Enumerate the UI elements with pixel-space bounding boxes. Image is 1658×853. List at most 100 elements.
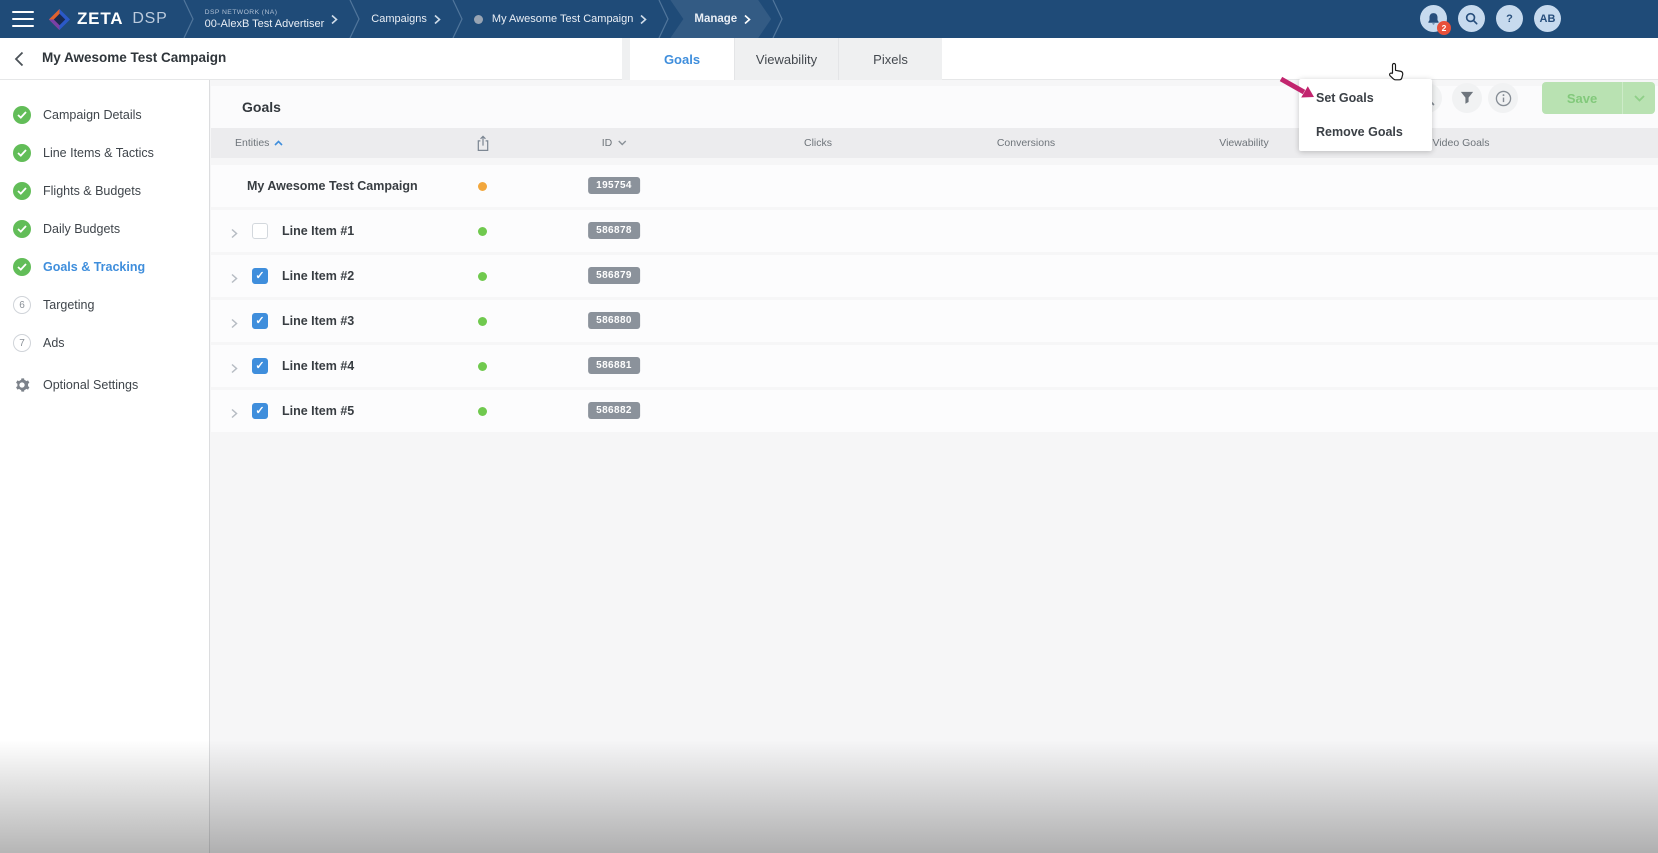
filter-funnel-icon bbox=[1460, 91, 1474, 104]
chevron-right-icon bbox=[640, 14, 648, 24]
row-id-badge: 586879 bbox=[588, 267, 640, 284]
save-dropdown-button[interactable] bbox=[1622, 82, 1655, 114]
row-id-badge: 586878 bbox=[588, 222, 640, 239]
sidebar-item-line-items-tactics[interactable]: Line Items & Tactics bbox=[0, 134, 209, 172]
row-status-dot bbox=[478, 272, 487, 281]
column-header-entities[interactable]: Entities bbox=[235, 128, 284, 158]
column-label: Conversions bbox=[996, 137, 1056, 149]
check-circle-icon bbox=[13, 220, 31, 238]
tab-viewability[interactable]: Viewability bbox=[734, 38, 838, 80]
table-row: My Awesome Test Campaign 195754 bbox=[211, 165, 1658, 207]
breadcrumb-label: 00-AlexB Test Advertiser bbox=[204, 17, 325, 30]
expand-chevron-icon[interactable] bbox=[231, 271, 238, 289]
row-checkbox-unchecked[interactable] bbox=[252, 223, 268, 239]
topbar: ZETA DSP DSP NETWORK (NA) 00-AlexB Test A… bbox=[0, 0, 1658, 38]
sidebar-item-goals-tracking[interactable]: Goals & Tracking bbox=[0, 248, 209, 286]
section-title: Goals bbox=[242, 99, 281, 115]
breadcrumb-item-campaigns[interactable]: Campaigns bbox=[361, 0, 451, 38]
expand-chevron-icon[interactable] bbox=[231, 316, 238, 334]
back-button[interactable] bbox=[14, 51, 24, 72]
column-label: Video Goals bbox=[1432, 137, 1490, 149]
info-button[interactable] bbox=[1488, 83, 1518, 113]
row-status-dot bbox=[478, 182, 487, 191]
expand-chevron-icon[interactable] bbox=[231, 226, 238, 244]
page-title: My Awesome Test Campaign bbox=[42, 50, 227, 65]
chevron-left-icon bbox=[14, 51, 24, 67]
notification-badge: 2 bbox=[1437, 21, 1451, 35]
column-header-share[interactable] bbox=[476, 128, 491, 158]
check-circle-icon bbox=[13, 106, 31, 124]
breadcrumb-text: Manage bbox=[694, 13, 737, 25]
sort-desc-icon bbox=[617, 140, 626, 146]
sidebar-item-label: Flights & Budgets bbox=[43, 184, 141, 198]
column-header-id[interactable]: ID bbox=[602, 128, 627, 158]
notifications-button[interactable]: 2 bbox=[1420, 5, 1451, 35]
row-checkbox-checked[interactable]: ✓ bbox=[252, 403, 268, 419]
column-header-conversions[interactable]: Conversions bbox=[997, 128, 1055, 158]
row-entity-name[interactable]: Line Item #1 bbox=[282, 224, 354, 238]
avatar[interactable]: AB bbox=[1534, 5, 1561, 32]
breadcrumb-label: My Awesome Test Campaign bbox=[491, 13, 634, 25]
global-search-button[interactable] bbox=[1458, 5, 1485, 32]
more-actions-menu: Set Goals Remove Goals bbox=[1299, 79, 1432, 151]
row-id-badge: 586882 bbox=[588, 402, 640, 419]
sidebar-item-daily-budgets[interactable]: Daily Budgets bbox=[0, 210, 209, 248]
row-checkbox-checked[interactable]: ✓ bbox=[252, 313, 268, 329]
row-entity-name[interactable]: Line Item #2 bbox=[282, 269, 354, 283]
tab-spacer bbox=[622, 38, 630, 80]
chevron-right-icon bbox=[331, 14, 338, 24]
sidebar-item-campaign-details[interactable]: Campaign Details bbox=[0, 96, 209, 134]
row-entity-name[interactable]: Line Item #5 bbox=[282, 404, 354, 418]
save-button[interactable]: Save bbox=[1542, 82, 1655, 114]
tab-pixels[interactable]: Pixels bbox=[838, 38, 942, 80]
chevron-right-icon bbox=[434, 14, 441, 24]
sidebar-item-label: Optional Settings bbox=[43, 378, 139, 392]
step-number-badge: 6 bbox=[13, 296, 31, 314]
filter-button[interactable] bbox=[1452, 83, 1482, 113]
row-checkbox-checked[interactable]: ✓ bbox=[252, 358, 268, 374]
hamburger-menu-icon[interactable] bbox=[12, 11, 34, 27]
page-header: My Awesome Test Campaign Goals Viewabilit… bbox=[0, 38, 1658, 115]
column-header-video-goals[interactable]: Video Goals bbox=[1432, 128, 1489, 158]
column-header-clicks[interactable]: Clicks bbox=[804, 128, 832, 158]
column-label: Clicks bbox=[804, 137, 832, 149]
brand-zeta: ZETA bbox=[77, 9, 124, 28]
row-entity-name[interactable]: Line Item #3 bbox=[282, 314, 354, 328]
tab-goals[interactable]: Goals bbox=[630, 38, 734, 80]
expand-chevron-icon[interactable] bbox=[231, 406, 238, 424]
row-entity-name[interactable]: My Awesome Test Campaign bbox=[247, 179, 418, 193]
menu-item-set-goals[interactable]: Set Goals bbox=[1299, 81, 1432, 115]
table-row: ✓ Line Item #3 586880 bbox=[211, 300, 1658, 342]
column-header-viewability[interactable]: Viewability bbox=[1219, 128, 1268, 158]
row-checkbox-checked[interactable]: ✓ bbox=[252, 268, 268, 284]
row-id-badge: 586881 bbox=[588, 357, 640, 374]
status-dot-icon bbox=[473, 14, 483, 24]
tab-bar: Goals Viewability Pixels bbox=[622, 38, 942, 80]
row-id-badge: 586880 bbox=[588, 312, 640, 329]
sidebar-item-label: Ads bbox=[43, 336, 65, 350]
sidebar-item-label: Line Items & Tactics bbox=[43, 146, 154, 160]
step-number-badge: 7 bbox=[13, 334, 31, 352]
search-icon bbox=[1465, 12, 1478, 25]
breadcrumb-item-my-awesome-test-campaign[interactable]: My Awesome Test Campaign bbox=[464, 0, 657, 38]
sidebar-item-ads[interactable]: 7 Ads bbox=[0, 324, 209, 362]
sidebar-item-targeting[interactable]: 6 Targeting bbox=[0, 286, 209, 324]
breadcrumb-eyebrow: DSP NETWORK (NA) bbox=[204, 8, 278, 16]
breadcrumb-item-00-alexb-test-advertiser[interactable]: DSP NETWORK (NA) 00-AlexB Test Advertiser bbox=[195, 0, 349, 38]
table-row: Line Item #1 586878 bbox=[211, 210, 1658, 252]
row-entity-name[interactable]: Line Item #4 bbox=[282, 359, 354, 373]
breadcrumb-separator-icon bbox=[452, 0, 463, 38]
expand-chevron-icon[interactable] bbox=[231, 361, 238, 379]
breadcrumb-item-manage[interactable]: Manage bbox=[670, 0, 771, 38]
sidebar-item-optional-settings[interactable]: Optional Settings bbox=[0, 366, 209, 404]
breadcrumb-label: Campaigns bbox=[371, 13, 427, 25]
table-header: Entities ID Clicks Conversions Viewability Vi… bbox=[211, 128, 1658, 158]
help-button[interactable]: ? bbox=[1496, 5, 1523, 32]
breadcrumb-label: Manage bbox=[694, 13, 738, 25]
menu-item-remove-goals[interactable]: Remove Goals bbox=[1299, 115, 1432, 149]
check-circle-icon bbox=[13, 182, 31, 200]
goals-panel: Goals Entities ID Clicks Conversions Viewabi… bbox=[211, 80, 1658, 853]
brand-logo[interactable]: ZETA DSP bbox=[48, 8, 168, 31]
breadcrumb: DSP NETWORK (NA) 00-AlexB Test Advertiser… bbox=[182, 0, 785, 38]
sidebar-item-flights-budgets[interactable]: Flights & Budgets bbox=[0, 172, 209, 210]
